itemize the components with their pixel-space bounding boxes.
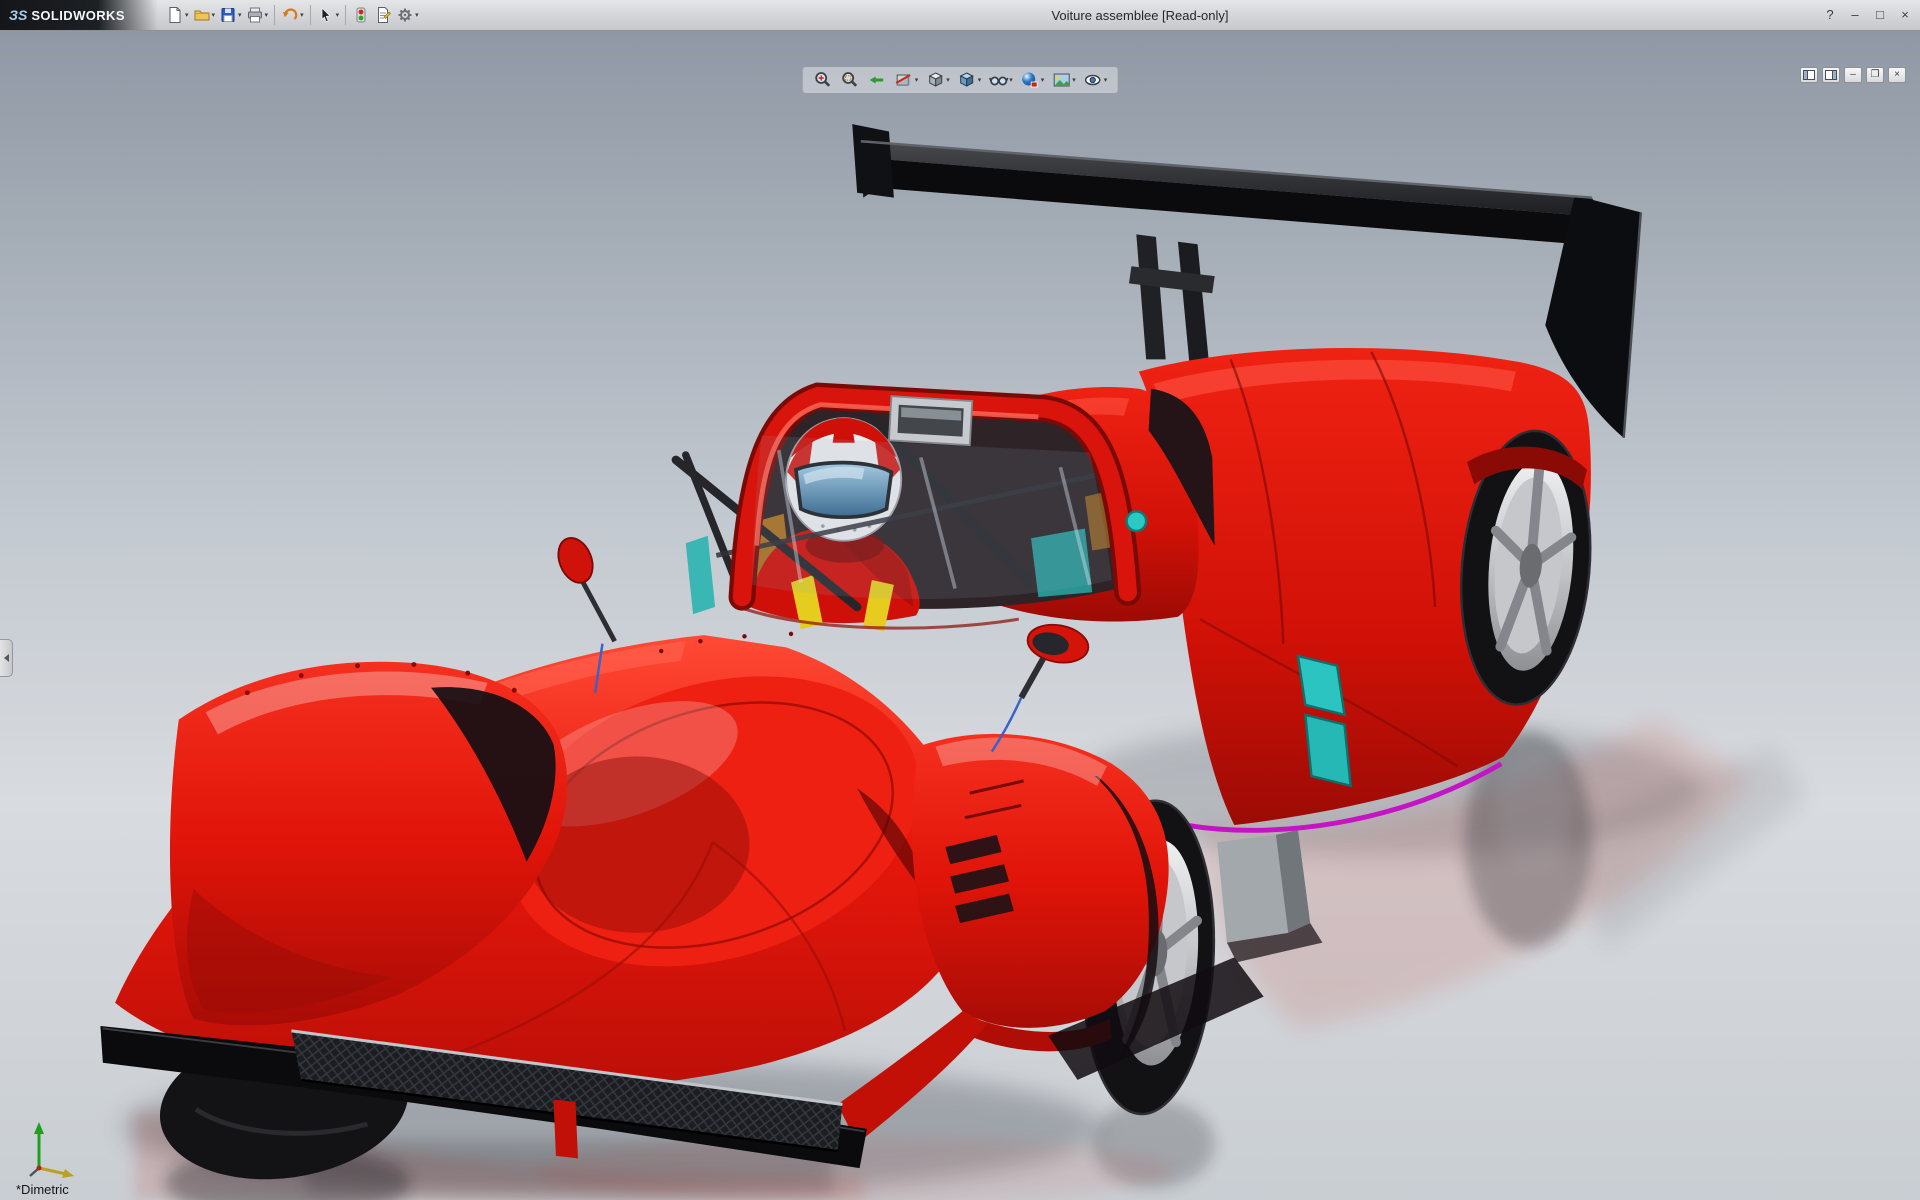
select-button[interactable]: ▾ xyxy=(315,2,342,28)
zoom-to-fit-button[interactable] xyxy=(811,69,835,91)
pillar-light xyxy=(1125,510,1148,533)
dropdown-arrow-icon[interactable]: ▾ xyxy=(185,12,189,19)
dropdown-arrow-icon[interactable]: ▾ xyxy=(1009,77,1013,84)
undo-icon xyxy=(282,8,298,20)
zoom-to-fit-icon xyxy=(815,72,831,87)
graphics-area[interactable]: ▾ ▾ ▾ ▾ ▾ ▾ ▾ – ❐ × *Dimetric xyxy=(0,31,1920,1200)
undo-button[interactable]: ▾ xyxy=(279,2,306,28)
file-properties-button[interactable] xyxy=(372,2,394,28)
close-document-button[interactable]: × xyxy=(1888,67,1906,83)
select-cursor-icon xyxy=(321,7,331,23)
minimize-document-button[interactable]: – xyxy=(1844,67,1862,83)
apply-scene-icon xyxy=(1053,73,1070,87)
heads-up-view-toolbar: ▾ ▾ ▾ ▾ ▾ ▾ ▾ xyxy=(802,67,1118,93)
display-style-icon xyxy=(959,72,974,87)
document-window-controls: – ❐ × xyxy=(1800,67,1906,83)
dassault-logo-mark: ЗS xyxy=(9,7,28,23)
view-orientation-label: *Dimetric xyxy=(16,1182,69,1197)
previous-view-icon xyxy=(869,76,884,84)
windscreen-glass xyxy=(751,435,1112,600)
view-orientation-icon xyxy=(928,72,943,87)
restore-document-button[interactable]: ❐ xyxy=(1866,67,1884,83)
rebuild-button[interactable] xyxy=(350,2,372,28)
new-document-button[interactable]: ▾ xyxy=(164,2,191,28)
maximize-window-button[interactable]: □ xyxy=(1871,5,1889,24)
new-document-icon xyxy=(169,7,181,23)
toolbar-separator xyxy=(309,5,311,25)
file-properties-icon xyxy=(378,7,392,23)
dropdown-arrow-icon[interactable]: ▾ xyxy=(265,12,269,19)
previous-view-button[interactable] xyxy=(865,69,889,91)
main-toolbar: ▾ ▾ ▾ ▾ ▾ ▾ ▾ xyxy=(164,2,421,28)
app-name: SOLIDWORKS xyxy=(31,7,125,23)
featuremanager-flyout-tab[interactable] xyxy=(0,639,13,677)
minimize-window-button[interactable]: – xyxy=(1846,5,1864,24)
zoom-to-area-icon xyxy=(842,72,858,87)
view-settings-button[interactable]: ▾ xyxy=(1081,69,1110,91)
pane-toggle-left-button[interactable] xyxy=(1800,67,1818,83)
edit-appearance-icon xyxy=(1022,72,1038,88)
options-button[interactable]: ▾ xyxy=(394,2,421,28)
view-orientation-button[interactable]: ▾ xyxy=(923,69,952,91)
title-bar: ЗS SOLIDWORKS ▾ ▾ ▾ ▾ ▾ ▾ ▾ Voiture asse… xyxy=(0,0,1920,31)
pane-right-icon xyxy=(1825,70,1837,80)
dropdown-arrow-icon[interactable]: ▾ xyxy=(415,12,419,19)
pane-left-icon xyxy=(1803,70,1815,80)
save-icon xyxy=(221,8,235,22)
view-settings-icon xyxy=(1085,74,1101,86)
rebuild-icon xyxy=(356,7,366,23)
print-button[interactable]: ▾ xyxy=(244,2,271,28)
open-button[interactable]: ▾ xyxy=(191,2,218,28)
window-controls: ? – □ × xyxy=(1821,5,1914,24)
zoom-to-area-button[interactable] xyxy=(838,69,862,91)
hide-show-items-button[interactable]: ▾ xyxy=(986,69,1015,91)
apply-scene-button[interactable]: ▾ xyxy=(1049,69,1078,91)
edit-appearance-button[interactable]: ▾ xyxy=(1018,69,1047,91)
pane-toggle-right-button[interactable] xyxy=(1822,67,1840,83)
display-style-button[interactable]: ▾ xyxy=(955,69,984,91)
section-view-button[interactable]: ▾ xyxy=(892,69,921,91)
dropdown-arrow-icon[interactable]: ▾ xyxy=(238,12,242,19)
close-window-button[interactable]: × xyxy=(1896,5,1914,24)
dropdown-arrow-icon[interactable]: ▾ xyxy=(212,12,216,19)
print-icon xyxy=(247,7,262,23)
dropdown-arrow-icon[interactable]: ▾ xyxy=(1104,77,1108,84)
help-button[interactable]: ? xyxy=(1821,5,1839,24)
section-view-icon xyxy=(895,74,911,86)
chevron-left-icon xyxy=(3,654,9,662)
dropdown-arrow-icon[interactable]: ▾ xyxy=(1072,77,1076,84)
dropdown-arrow-icon[interactable]: ▾ xyxy=(946,77,950,84)
dropdown-arrow-icon[interactable]: ▾ xyxy=(915,77,919,84)
dropdown-arrow-icon[interactable]: ▾ xyxy=(978,77,982,84)
options-gear-icon xyxy=(398,8,412,22)
toolbar-separator xyxy=(274,5,276,25)
document-title: Voiture assemblee [Read-only] xyxy=(1051,8,1229,23)
save-button[interactable]: ▾ xyxy=(217,2,244,28)
orientation-triad-icon xyxy=(29,1122,74,1178)
app-logo: ЗS SOLIDWORKS xyxy=(0,0,158,30)
toolbar-separator xyxy=(345,5,347,25)
dropdown-arrow-icon[interactable]: ▾ xyxy=(300,12,304,19)
dropdown-arrow-icon[interactable]: ▾ xyxy=(336,12,340,19)
hide-show-icon xyxy=(988,76,1008,86)
dropdown-arrow-icon[interactable]: ▾ xyxy=(1041,77,1045,84)
model-scene[interactable] xyxy=(0,31,1920,1200)
open-folder-icon xyxy=(194,10,210,21)
tow-strip xyxy=(553,1099,578,1159)
